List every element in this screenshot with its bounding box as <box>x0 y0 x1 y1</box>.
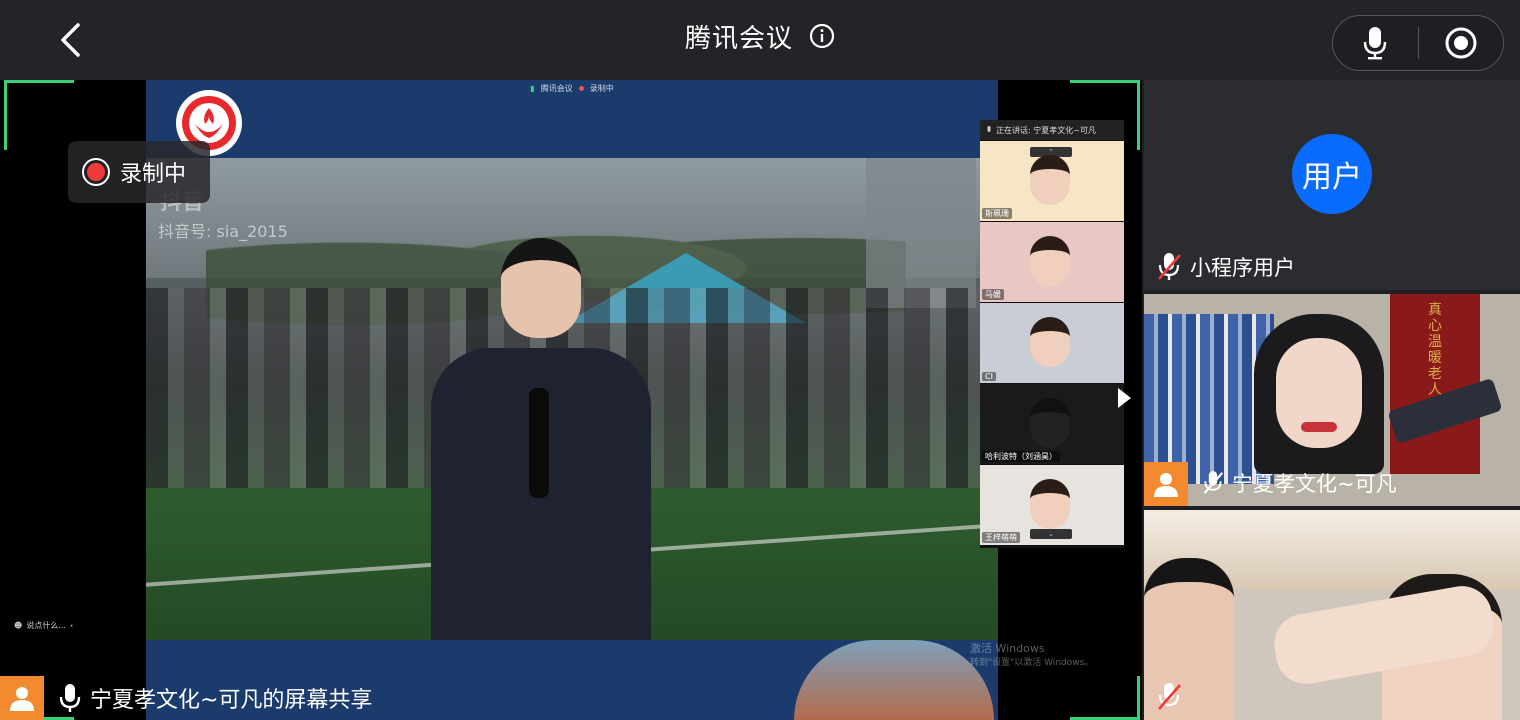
chat-hint-text: 说点什么... <box>26 621 66 630</box>
participant-tile[interactable]: 真心温暖老人心 宁夏孝文化~可凡 <box>1144 294 1520 506</box>
strip-tile: 马媛 <box>980 222 1124 302</box>
microphone <box>529 388 549 498</box>
participant-gallery: 用户 小程序用户 真心温暖老人心 宁夏孝文化~可凡 <box>1144 80 1520 720</box>
red-banner: 真心温暖老人心 <box>1390 294 1480 474</box>
strip-tile: ⌄ 王梓萌萌 <box>980 465 1124 545</box>
shared-participant-strip: 正在讲话: 宁夏孝文化~可凡 ⌃ 斯珮珊 马媛 CI 哈利波特（刘涵昊） ⌄ 王… <box>980 120 1124 548</box>
recording-dot-icon <box>578 85 584 91</box>
shared-content: ▮ 腾讯会议 录制中 抖音号: sia_2015 <box>146 80 998 720</box>
speaking-text: 正在讲话: 宁夏孝文化~可凡 <box>996 125 1096 135</box>
participant-name-row: 小程序用户 <box>1156 252 1295 282</box>
participant-name-row: 宁夏孝文化~可凡 <box>1202 468 1397 498</box>
recording-badge[interactable]: 录制中 <box>68 141 210 203</box>
windows-notice-text: 转到"设置"以激活 Windows。 <box>970 658 1094 668</box>
microphone-icon <box>1364 27 1387 60</box>
info-icon[interactable] <box>809 23 835 49</box>
strip-name: 哈利波特（刘涵昊） <box>982 451 1060 462</box>
record-button[interactable] <box>1419 15 1504 71</box>
share-owner-label: 宁夏孝文化~可凡的屏幕共享 <box>90 688 373 713</box>
shared-meeting-status: ▮ 腾讯会议 录制中 <box>146 80 998 96</box>
shared-rec-status: 录制中 <box>589 83 614 93</box>
title-group: 腾讯会议 <box>0 16 1520 56</box>
strip-tile: CI <box>980 303 1124 383</box>
scene-building <box>866 158 976 308</box>
recording-label: 录制中 <box>120 162 187 187</box>
participant-face <box>1030 479 1070 529</box>
microphone-icon <box>50 676 90 720</box>
girl-head <box>501 238 581 338</box>
strip-name: 王梓萌萌 <box>982 532 1020 543</box>
mic-muted-icon <box>1158 253 1181 280</box>
strip-tile: ⌃ 斯珮珊 <box>980 141 1124 221</box>
user-avatar-icon <box>1144 462 1188 506</box>
video-frame: 抖音 抖音号: sia_2015 <box>146 158 998 720</box>
record-icon <box>1445 27 1477 59</box>
top-bar: 腾讯会议 <box>0 0 1520 80</box>
audio-record-controls <box>1332 15 1504 71</box>
windows-activation-notice: 激活 Windows 转到"设置"以激活 Windows。 <box>970 642 1093 670</box>
participant-name: 小程序用户 <box>1190 256 1295 280</box>
participant-tile[interactable] <box>1144 510 1520 720</box>
user-avatar-icon <box>0 676 44 720</box>
meeting-screen: 腾讯会议 ▮ 腾讯会议 录制中 抖音号: sia_2015 正在讲话: 宁夏孝文… <box>0 0 1520 720</box>
chevron-left-icon: ‹ <box>69 621 74 630</box>
strip-tile: 哈利波特（刘涵昊） <box>980 384 1124 464</box>
strip-scroll-down: ⌄ <box>1030 529 1072 539</box>
windows-notice-title: 激活 Windows <box>970 642 1045 655</box>
mic-button[interactable] <box>1333 15 1418 71</box>
mic-muted-icon <box>1158 683 1181 710</box>
participant-face <box>1030 155 1070 205</box>
play-right-icon <box>1118 388 1131 408</box>
avatar-dragon-icon <box>1030 398 1070 448</box>
focus-corner <box>4 80 74 150</box>
strip-name: CI <box>982 372 996 381</box>
participant-name: 宁夏孝文化~可凡 <box>1232 472 1397 496</box>
avatar: 用户 <box>1292 134 1372 214</box>
participant-name-row <box>1156 682 1190 712</box>
shared-app-name: 腾讯会议 <box>540 83 573 93</box>
share-owner-bar: 宁夏孝文化~可凡的屏幕共享 <box>0 676 1142 720</box>
participant-face <box>1030 317 1070 367</box>
next-page-button[interactable] <box>1112 386 1136 410</box>
participant-face <box>1030 236 1070 286</box>
participant-tile[interactable]: 用户 小程序用户 <box>1144 80 1520 290</box>
mic-muted-icon <box>1203 471 1224 494</box>
meeting-title: 腾讯会议 <box>684 23 793 54</box>
emoji-icon: ☻ <box>14 621 23 630</box>
strip-name: 马媛 <box>982 289 1004 300</box>
douyin-id: 抖音号: sia_2015 <box>158 222 288 241</box>
chat-hint[interactable]: ☻ 说点什么... ‹ <box>14 620 73 631</box>
recording-icon <box>82 158 110 186</box>
microphone-icon <box>987 125 991 132</box>
strip-name: 斯珮珊 <box>982 208 1012 219</box>
speaking-indicator: 正在讲话: 宁夏孝文化~可凡 <box>980 120 1124 140</box>
signal-icon: ▮ <box>530 83 535 93</box>
avatar-text: 用户 <box>1302 160 1362 195</box>
